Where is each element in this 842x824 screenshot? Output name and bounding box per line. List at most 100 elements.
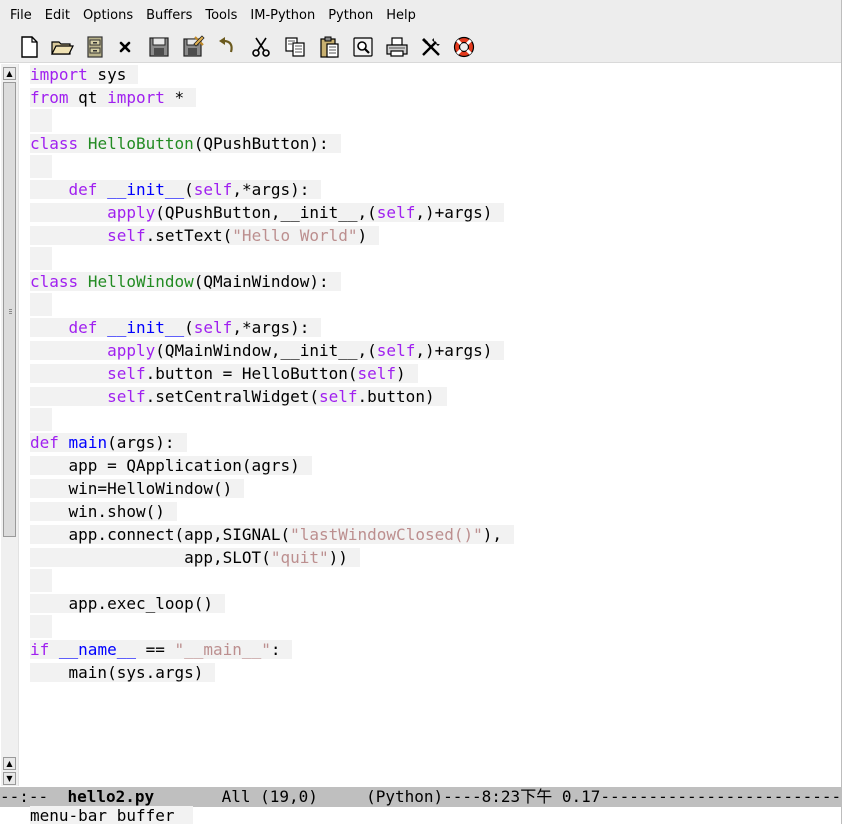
code-token: main [68,433,108,452]
code-line[interactable]: apply(QPushButton,__init__,(self,)+args) [30,201,514,224]
code-line[interactable]: self.setText("Hello World") [30,224,514,247]
code-token: class [30,134,79,153]
code-line-text: from qt import * [30,88,197,107]
code-line[interactable]: app,SLOT("quit")) [30,546,514,569]
mode-line: --:-- hello2.py All (19,0) (Python)----8… [0,787,841,807]
code-line[interactable]: class HelloWindow(QMainWindow): [30,270,514,293]
code-line[interactable]: def main(args): [30,431,514,454]
save-icon [149,37,169,57]
code-line[interactable] [30,615,514,638]
code-token: * [164,88,185,107]
code-line[interactable] [30,569,514,592]
code-line[interactable]: app.connect(app,SIGNAL("lastWindowClosed… [30,523,515,546]
menu-options[interactable]: Options [83,0,133,31]
vertical-scrollbar[interactable]: ▲ ▲ ▼ [1,64,19,786]
code-line[interactable]: self.button = HelloButton(self) [30,362,514,385]
print-button[interactable] [384,34,410,60]
code-line[interactable] [30,293,514,316]
code-token: app = QApplication(agrs) [30,456,300,475]
code-line-text: if __name__ == "__main__": [30,640,293,659]
code-token: ,*args): [232,318,310,337]
code-line-text: self.setText("Hello World") [30,226,380,245]
cut-button[interactable] [248,34,274,60]
modeline-mode[interactable]: (Python)----8:23下午 0.17 [366,787,600,806]
menu-edit[interactable]: Edit [45,0,70,31]
scroll-up-arrow-lower-icon[interactable]: ▲ [3,757,16,770]
menu-python[interactable]: Python [328,0,373,31]
code-line-text [30,569,52,592]
save-button[interactable] [146,34,172,60]
copy-button[interactable] [282,34,308,60]
code-token: ) [396,364,406,383]
code-line[interactable]: app.exec_loop() [30,592,514,615]
code-token: ( [184,318,194,337]
menu-help[interactable]: Help [386,0,416,31]
code-line[interactable]: app = QApplication(agrs) [30,454,514,477]
scrollbar-thumb[interactable] [3,82,16,537]
help-button[interactable] [451,34,477,60]
preferences-button[interactable] [418,34,444,60]
code-token: "__main__" [174,640,271,659]
code-line[interactable]: import sys [30,63,514,86]
search-button[interactable] [350,34,376,60]
scroll-down-arrow-icon[interactable]: ▼ [3,772,16,785]
new-file-icon [21,36,38,58]
code-line[interactable]: def __init__(self,*args): [30,178,514,201]
code-line-text: win=HelloWindow() [30,479,245,498]
code-line[interactable]: win=HelloWindow() [30,477,514,500]
code-token: self [107,364,146,383]
open-folder-button[interactable] [49,34,75,60]
code-line[interactable] [30,408,514,431]
close-buffer-button[interactable] [112,34,138,60]
code-token: qt [68,88,108,107]
modeline-position: All (19,0) [154,787,367,806]
scrollbar-grip-icon [9,313,12,314]
code-line[interactable] [30,247,514,270]
dired-button[interactable] [82,34,108,60]
code-token: HelloButton [87,134,194,153]
code-line[interactable] [30,109,514,132]
code-line-text [30,293,52,316]
code-buffer[interactable]: import sys from qt import * class HelloBut… [30,63,515,684]
menu-file[interactable]: File [10,0,32,31]
code-line[interactable]: if __name__ == "__main__": [30,638,514,661]
save-as-button[interactable] [180,34,206,60]
code-line[interactable]: apply(QMainWindow,__init__,(self,)+args) [30,339,514,362]
paste-button[interactable] [316,34,342,60]
code-token: app.connect(app,SIGNAL( [30,525,291,544]
code-token: def [68,180,98,199]
code-line[interactable]: def __init__(self,*args): [30,316,514,339]
editor-area[interactable]: ▲ ▲ ▼ import sys from qt import * class He… [0,63,841,787]
code-token: ,)+args) [415,203,493,222]
code-token: main(sys.args) [30,663,204,682]
code-token: ), [482,525,503,544]
code-line[interactable] [30,155,514,178]
help-lifebuoy-icon [453,36,475,58]
code-token: "Hello World" [232,226,358,245]
menu-buffers[interactable]: Buffers [146,0,192,31]
preferences-icon [422,38,440,56]
code-line-text [30,615,52,638]
code-line[interactable]: class HelloButton(QPushButton): [30,132,514,155]
modeline-buffer-name[interactable]: hello2.py [67,787,154,806]
code-line[interactable]: main(sys.args) [30,661,514,684]
code-line-text: def main(args): [30,433,187,452]
code-token: class [30,272,79,291]
code-token: if [30,640,50,659]
scroll-up-arrow-icon[interactable]: ▲ [3,67,16,80]
undo-button[interactable] [214,34,240,60]
menu-tools[interactable]: Tools [205,0,237,31]
code-token: self [318,387,358,406]
menu-im-python[interactable]: IM-Python [250,0,315,31]
code-line-text: self.button = HelloButton(self) [30,364,418,383]
dired-cabinet-icon [87,36,103,58]
code-line[interactable]: win.show() [30,500,514,523]
new-file-button[interactable] [16,34,42,60]
code-token: (QMainWindow): [193,272,329,291]
code-line[interactable]: from qt import * [30,86,514,109]
emacs-window: File Edit Options Buffers Tools IM-Pytho… [0,0,842,824]
code-line[interactable]: self.setCentralWidget(self.button) [30,385,514,408]
